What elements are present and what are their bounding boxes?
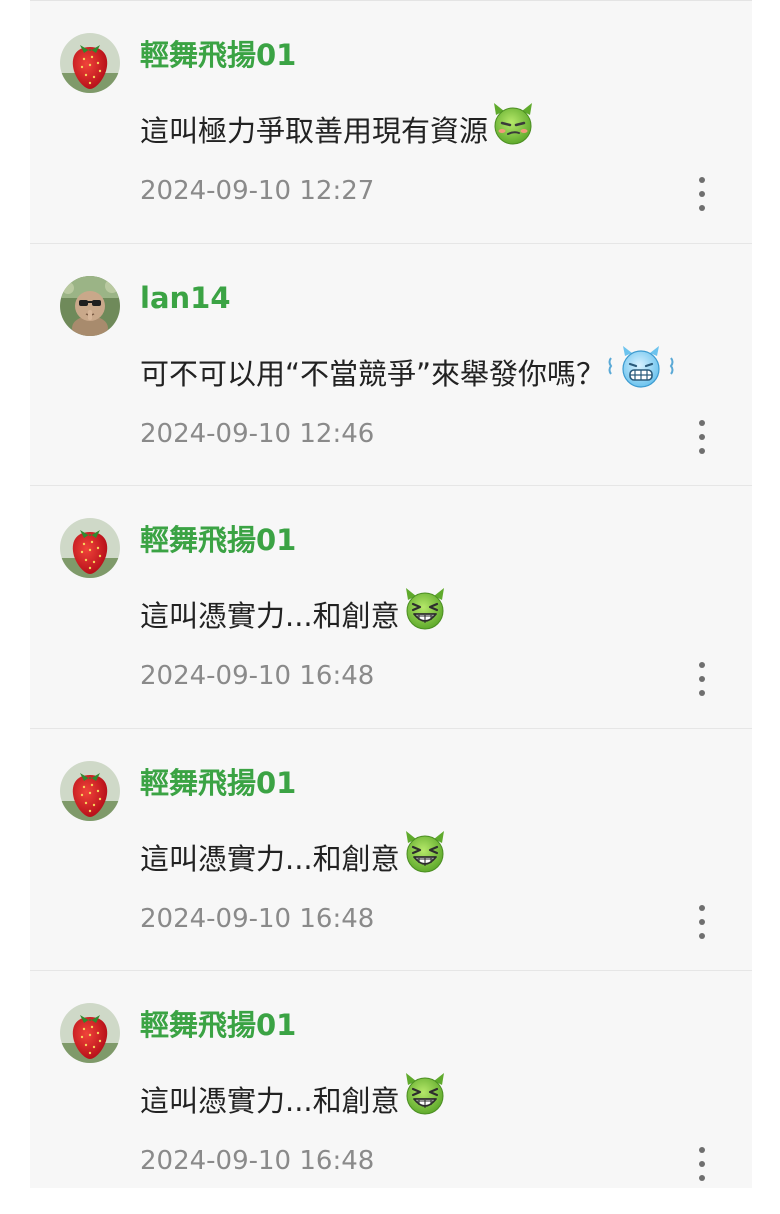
avatar[interactable] — [60, 275, 120, 336]
username[interactable]: 輕舞飛揚01 — [140, 1005, 296, 1045]
more-options-icon[interactable] — [690, 662, 714, 696]
comment-item: 輕舞飛揚01 這叫極力爭取善用現有資源 2024-09-10 12:27 — [30, 1, 752, 244]
avatar[interactable] — [60, 1003, 120, 1063]
username[interactable]: lan14 — [140, 278, 231, 318]
comment-timestamp: 2024-09-10 16:48 — [140, 1146, 375, 1176]
strawberry-avatar-icon — [60, 1003, 120, 1063]
more-options-icon[interactable] — [690, 1147, 714, 1181]
grinning-devil-emoticon-icon — [402, 829, 448, 875]
username[interactable]: 輕舞飛揚01 — [140, 35, 296, 75]
comment-timestamp: 2024-09-10 12:46 — [140, 418, 375, 449]
comment-body: 這叫憑實力...和創意 — [140, 1071, 448, 1123]
avatar[interactable] — [60, 518, 120, 578]
more-options-icon[interactable] — [690, 177, 714, 211]
strawberry-avatar-icon — [60, 760, 120, 821]
comment-item: 輕舞飛揚01 這叫憑實力...和創意 2024-09-10 16:48 — [30, 729, 752, 971]
avatar[interactable] — [60, 760, 120, 821]
comment-text: 這叫憑實力...和創意 — [140, 1084, 400, 1118]
comment-item: lan14 可不可以用“不當競爭”來舉發你嗎？ 2024-09-10 12:46 — [30, 244, 752, 486]
comment-body: 這叫極力爭取善用現有資源 — [140, 101, 536, 153]
comment-text: 可不可以用“不當競爭”來舉發你嗎？ — [140, 356, 606, 391]
smirk-devil-emoticon-icon — [490, 101, 536, 147]
comment-item: 輕舞飛揚01 這叫憑實力...和創意 2024-09-10 16:48 — [30, 971, 752, 1214]
more-options-icon[interactable] — [690, 419, 714, 454]
comment-text: 這叫極力爭取善用現有資源 — [140, 114, 489, 148]
comment-body: 可不可以用“不當競爭”來舉發你嗎？ — [140, 344, 675, 396]
comment-body: 這叫憑實力...和創意 — [140, 586, 448, 638]
comment-text: 這叫憑實力...和創意 — [140, 599, 400, 633]
comment-timestamp: 2024-09-10 12:27 — [140, 176, 375, 206]
comment-text: 這叫憑實力...和創意 — [140, 841, 400, 876]
avatar[interactable] — [60, 33, 120, 93]
shivering-blue-devil-emoticon-icon — [607, 344, 675, 390]
strawberry-avatar-icon — [60, 33, 120, 93]
grinning-devil-emoticon-icon — [402, 1071, 448, 1117]
comment-item: 輕舞飛揚01 這叫憑實力...和創意 2024-09-10 16:48 — [30, 486, 752, 729]
comment-feed: 輕舞飛揚01 這叫極力爭取善用現有資源 2024-09-10 12:27 lan… — [30, 0, 752, 1188]
baby-with-sunglasses-avatar-icon — [60, 275, 120, 336]
username[interactable]: 輕舞飛揚01 — [140, 763, 296, 803]
comment-timestamp: 2024-09-10 16:48 — [140, 661, 375, 691]
grinning-devil-emoticon-icon — [402, 586, 448, 632]
username[interactable]: 輕舞飛揚01 — [140, 520, 296, 560]
comment-timestamp: 2024-09-10 16:48 — [140, 903, 375, 934]
strawberry-avatar-icon — [60, 518, 120, 578]
comment-body: 這叫憑實力...和創意 — [140, 829, 448, 881]
more-options-icon[interactable] — [690, 904, 714, 939]
